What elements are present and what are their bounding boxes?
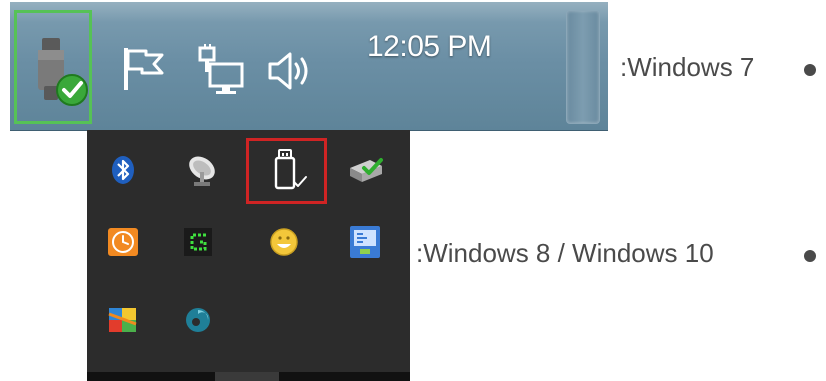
volume-icon[interactable] [266, 48, 320, 94]
action-center-flag-icon[interactable] [120, 46, 166, 92]
orange-clock-icon[interactable] [106, 226, 140, 258]
teal-swirl-icon[interactable] [182, 304, 214, 336]
avg-icon[interactable] [106, 304, 140, 336]
windows7-usb-highlight [14, 10, 92, 124]
blue-monitor-icon[interactable] [348, 224, 382, 260]
windows7-label: :Windows 7 [620, 52, 755, 82]
yellow-face-icon[interactable] [268, 226, 300, 258]
green-g-icon[interactable] [182, 226, 214, 258]
taskbar-sheen [10, 2, 608, 22]
hardware-check-icon[interactable] [346, 154, 386, 186]
windows8-10-label: :Windows 8 / Windows 10 [416, 238, 714, 268]
windows8-10-bullet [804, 250, 816, 262]
windows7-bullet [804, 64, 816, 76]
satellite-dish-icon[interactable] [182, 150, 222, 188]
network-icon[interactable] [196, 44, 246, 96]
windows8-taskbar-edge [87, 372, 410, 381]
windows10-usb-highlight [246, 138, 327, 204]
show-desktop-button[interactable] [566, 10, 600, 124]
taskbar-edge-gap [215, 372, 279, 381]
bluetooth-icon[interactable] [108, 154, 138, 186]
taskbar-clock[interactable]: 12:05 PM [367, 30, 535, 64]
